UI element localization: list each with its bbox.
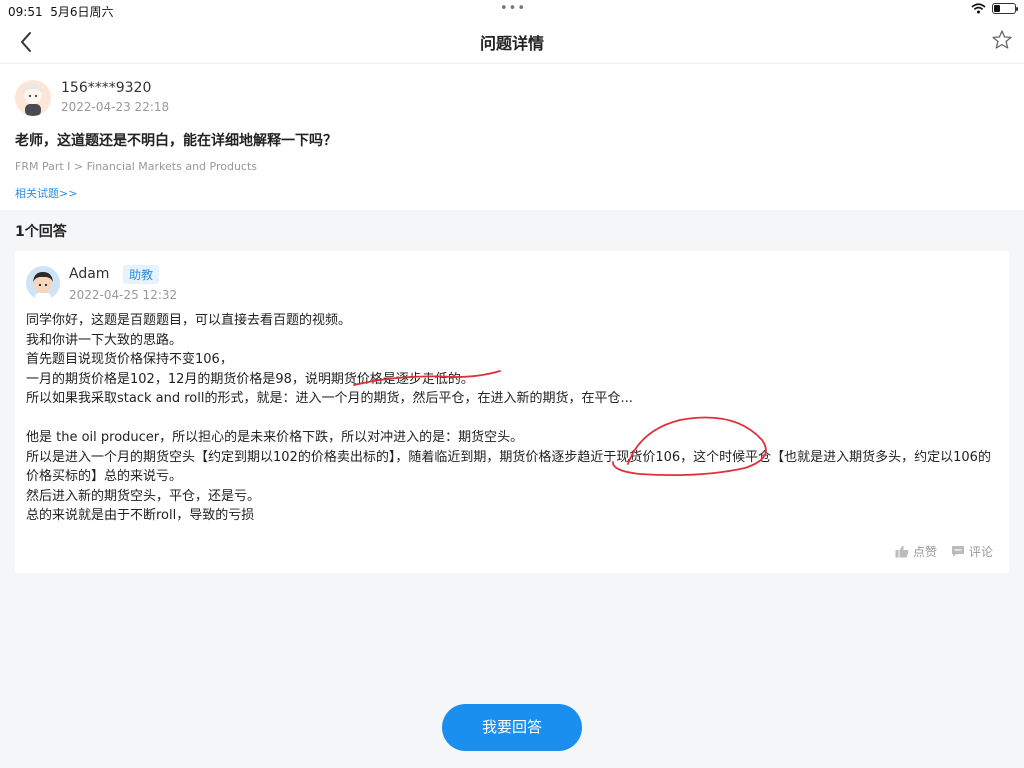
comment-button[interactable]: 评论: [951, 543, 993, 560]
multitasking-dots-icon[interactable]: •••: [500, 1, 526, 16]
answer-line: 同学你好，这题是百题题目，可以直接去看百题的视频。: [26, 313, 352, 328]
answer-line: 总的来说就是由于不断roll，导致的亏损: [26, 508, 255, 523]
question-text: 老师，这道题还是不明白，能在详细地解释一下吗？: [15, 133, 337, 149]
answer-line-blank: [26, 409, 1001, 429]
role-badge: 助教: [123, 265, 160, 284]
assistant-avatar[interactable]: [26, 266, 60, 300]
star-outline-icon[interactable]: [990, 28, 1014, 52]
cartoon-boy-avatar-icon: [33, 272, 53, 300]
answer-line: 所以是进入一个月的期货空头【约定到期以102的价格卖出标的】，随着临近到期，期货…: [26, 449, 991, 485]
user-avatar[interactable]: [15, 80, 51, 116]
reply-button[interactable]: 我要回答: [442, 704, 582, 751]
nav-bar: 问题详情: [0, 22, 1024, 64]
answer-timestamp: 2022-04-25 12:32: [69, 288, 178, 302]
thumbs-up-icon: [895, 545, 909, 558]
status-date: 5月6日周六: [50, 5, 114, 19]
answer-username: Adam: [69, 266, 110, 282]
comment-label: 评论: [968, 545, 993, 559]
battery-icon: [992, 3, 1018, 14]
answer-line: 所以如果我采取stack and roll的形式，就是：进入一个月的期货，然后平…: [26, 391, 633, 406]
status-time: 09:51 5月6日周六: [8, 5, 114, 19]
status-bar: 09:51 5月6日周六 •••: [0, 0, 1024, 22]
like-button[interactable]: 点赞: [895, 543, 937, 560]
wifi-icon: [971, 3, 986, 14]
question-timestamp: 2022-04-23 22:18: [61, 100, 170, 114]
answer-line: 首先题目说现货价格保持不变106，: [26, 352, 233, 367]
answer-card: Adam 助教 2022-04-25 12:32 同学你好，这题是百题题目，可以…: [15, 251, 1009, 573]
answer-line: 一月的期货价格是102，12月的期货价格是98，说明期货价格是逐步走低的。: [26, 371, 474, 387]
answer-line: 我和你讲一下大致的思路。: [26, 332, 183, 348]
related-questions-link[interactable]: 相关试题>>: [15, 185, 77, 201]
page-title: 问题详情: [479, 34, 544, 53]
question-card: 156****9320 2022-04-23 22:18 老师，这道题还是不明白…: [0, 64, 1024, 210]
answer-line: 他是 the oil producer，所以担心的是未来价格下跌，所以对冲进入的…: [26, 430, 524, 445]
comment-icon: [951, 546, 964, 557]
anime-avatar-icon: [23, 84, 43, 116]
answer-count: 1个回答: [15, 224, 67, 240]
question-username: 156****9320: [61, 80, 152, 96]
breadcrumb: FRM Part I > Financial Markets and Produ…: [15, 160, 258, 173]
answer-body: 同学你好，这题是百题题目，可以直接去看百题的视频。 我和你讲一下大致的思路。 首…: [26, 311, 1001, 526]
answer-line: 然后进入新的期货空头，平仓，还是亏。: [26, 488, 261, 504]
answer-actions: 点赞 评论: [895, 543, 993, 560]
like-label: 点赞: [912, 545, 937, 559]
